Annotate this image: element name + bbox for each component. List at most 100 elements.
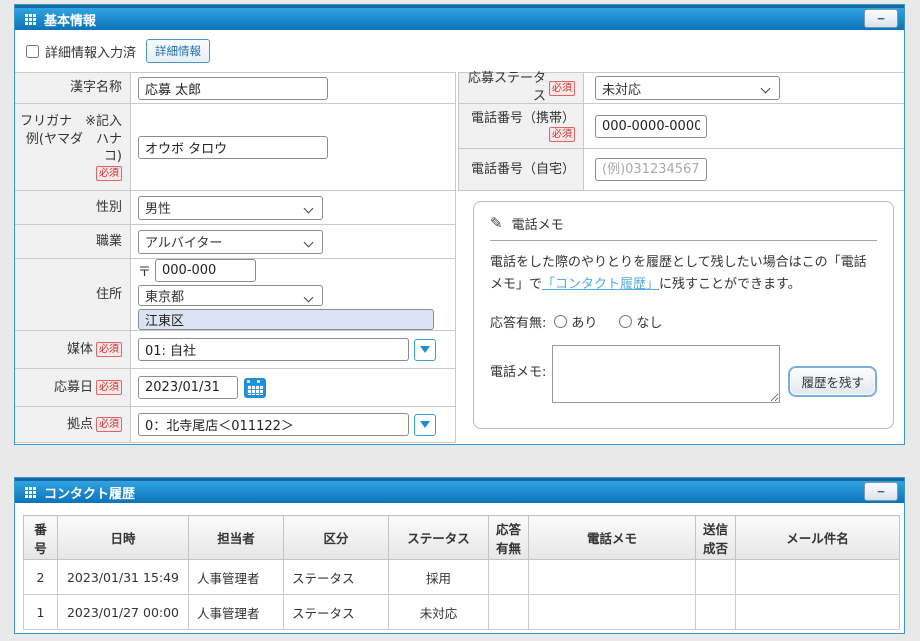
column-header-4: 区分 (284, 516, 389, 560)
status-label: 応募ステータス (463, 70, 546, 105)
left-form-table: 漢字名称 フリガナ ※記入例(ヤマダ ハナコ) 必須 性別 男性 職業 アルバイ… (15, 72, 456, 443)
table-cell: 2023/01/27 00:00 (58, 595, 189, 630)
table-cell: 採用 (389, 560, 489, 595)
furigana-input[interactable] (138, 136, 328, 159)
apply-date-label: 応募日 (54, 379, 93, 397)
media-required-badge: 必須 (96, 342, 122, 357)
furigana-required-badge: 必須 (96, 166, 122, 181)
answer-presence-label: 応答有無: (490, 312, 546, 331)
branch-required-badge: 必須 (96, 417, 122, 432)
table-cell (696, 595, 736, 630)
gender-label: 性別 (15, 191, 131, 224)
phone-memo-description: 電話をした際のやりとりを履歴として残したい場合はこの「電話メモ」で「コンタクト履… (490, 252, 877, 297)
pencil-icon: ✎ (490, 216, 503, 231)
city-input[interactable] (138, 309, 434, 330)
status-select[interactable]: 未対応 (595, 76, 780, 100)
table-row: 12023/01/27 00:00人事管理者ステータス未対応 (24, 595, 900, 630)
gender-select[interactable]: 男性 (138, 196, 323, 220)
minimize-button[interactable]: − (864, 9, 898, 28)
mobile-required-badge: 必須 (549, 127, 575, 142)
answer-yes-radio[interactable] (554, 315, 567, 328)
grid-icon (25, 487, 36, 498)
occupation-label: 職業 (15, 225, 131, 258)
table-cell (736, 560, 900, 595)
status-required-badge: 必須 (549, 81, 575, 96)
column-header-1: 番号 (24, 516, 58, 560)
memo-desc-after: に残すことができます。 (659, 277, 801, 292)
detail-entered-row: 詳細情報入力済 詳細情報 (15, 30, 904, 72)
right-form-table: 応募ステータス 必須 未対応 電話番号（携帯） 必須 電話番号（自宅） (458, 72, 904, 191)
basic-info-header: 基本情報 − (15, 5, 904, 30)
save-history-button[interactable]: 履歴を残す (788, 366, 877, 397)
phone-memo-box: ✎ 電話メモ 電話をした際のやりとりを履歴として残したい場合はこの「電話メモ」で… (473, 201, 894, 429)
column-header-5: ステータス (389, 516, 489, 560)
postal-mark: 〒 (138, 261, 151, 280)
table-cell: ステータス (284, 560, 389, 595)
minimize-button[interactable]: − (864, 482, 898, 501)
detail-entered-checkbox[interactable] (26, 45, 39, 58)
table-row: 22023/01/31 15:49人事管理者ステータス採用 (24, 560, 900, 595)
column-header-3: 担当者 (189, 516, 284, 560)
apply-date-input[interactable] (138, 376, 238, 399)
calendar-icon[interactable] (244, 378, 266, 398)
table-cell: 人事管理者 (189, 595, 284, 630)
media-dropdown-button[interactable] (414, 339, 436, 361)
contact-history-link[interactable]: 「コンタクト履歴」 (542, 277, 659, 292)
column-header-8: 送信成否 (696, 516, 736, 560)
kanji-name-input[interactable] (138, 77, 328, 100)
table-cell: 2 (24, 560, 58, 595)
home-phone-label: 電話番号（自宅） (459, 149, 584, 190)
status-value: 未対応 (602, 79, 641, 98)
basic-info-panel: 基本情報 − 詳細情報入力済 詳細情報 漢字名称 フリガナ ※記入例(ヤマダ ハ… (14, 4, 905, 445)
branch-input[interactable] (138, 413, 409, 436)
contact-history-header: コンタクト履歴 − (15, 478, 904, 503)
table-cell (529, 595, 696, 630)
mobile-phone-input[interactable] (595, 115, 707, 138)
table-cell (489, 560, 529, 595)
furigana-label: フリガナ ※記入例(ヤマダ ハナコ) (19, 113, 122, 166)
home-phone-input[interactable] (595, 158, 707, 181)
table-cell: ステータス (284, 595, 389, 630)
contact-history-panel: コンタクト履歴 − 番号日時担当者区分ステータス応答有無電話メモ送信成否メール件… (14, 477, 905, 634)
prefecture-value: 東京都 (145, 286, 184, 305)
address-label: 住所 (15, 259, 131, 330)
contact-history-table: 番号日時担当者区分ステータス応答有無電話メモ送信成否メール件名 22023/01… (23, 515, 900, 630)
table-cell (696, 560, 736, 595)
kanji-name-label: 漢字名称 (15, 73, 131, 103)
panel-title: 基本情報 (44, 10, 96, 29)
phone-memo-title: 電話メモ (512, 214, 564, 233)
table-cell (489, 595, 529, 630)
occupation-value: アルバイター (145, 232, 222, 251)
media-label: 媒体 (67, 341, 93, 359)
apply-date-required-badge: 必須 (96, 380, 122, 395)
mobile-phone-label: 電話番号（携帯） (471, 110, 575, 128)
postal-code-input[interactable] (155, 259, 256, 282)
grid-icon (25, 14, 36, 25)
table-header-row: 番号日時担当者区分ステータス応答有無電話メモ送信成否メール件名 (24, 516, 900, 560)
table-cell: 人事管理者 (189, 560, 284, 595)
table-cell: 2023/01/31 15:49 (58, 560, 189, 595)
table-cell (736, 595, 900, 630)
table-cell (529, 560, 696, 595)
detail-info-button[interactable]: 詳細情報 (146, 39, 210, 63)
contact-table-body: 22023/01/31 15:49人事管理者ステータス採用12023/01/27… (24, 560, 900, 630)
column-header-6: 応答有無 (489, 516, 529, 560)
answer-no-label: なし (636, 312, 662, 331)
branch-dropdown-button[interactable] (414, 414, 436, 436)
answer-no-radio[interactable] (619, 315, 632, 328)
branch-label: 拠点 (67, 416, 93, 434)
answer-yes-label: あり (571, 312, 597, 331)
column-header-9: メール件名 (736, 516, 900, 560)
panel-title: コンタクト履歴 (44, 483, 135, 502)
contact-table-head: 番号日時担当者区分ステータス応答有無電話メモ送信成否メール件名 (24, 516, 900, 560)
occupation-select[interactable]: アルバイター (138, 230, 323, 254)
table-cell: 1 (24, 595, 58, 630)
table-cell: 未対応 (389, 595, 489, 630)
gender-value: 男性 (145, 198, 171, 217)
phone-memo-textarea[interactable] (552, 345, 780, 403)
prefecture-select[interactable]: 東京都 (138, 285, 323, 306)
phone-memo-input-label: 電話メモ: (490, 361, 546, 380)
media-input[interactable] (138, 338, 409, 361)
column-header-7: 電話メモ (529, 516, 696, 560)
detail-entered-label: 詳細情報入力済 (45, 42, 136, 61)
